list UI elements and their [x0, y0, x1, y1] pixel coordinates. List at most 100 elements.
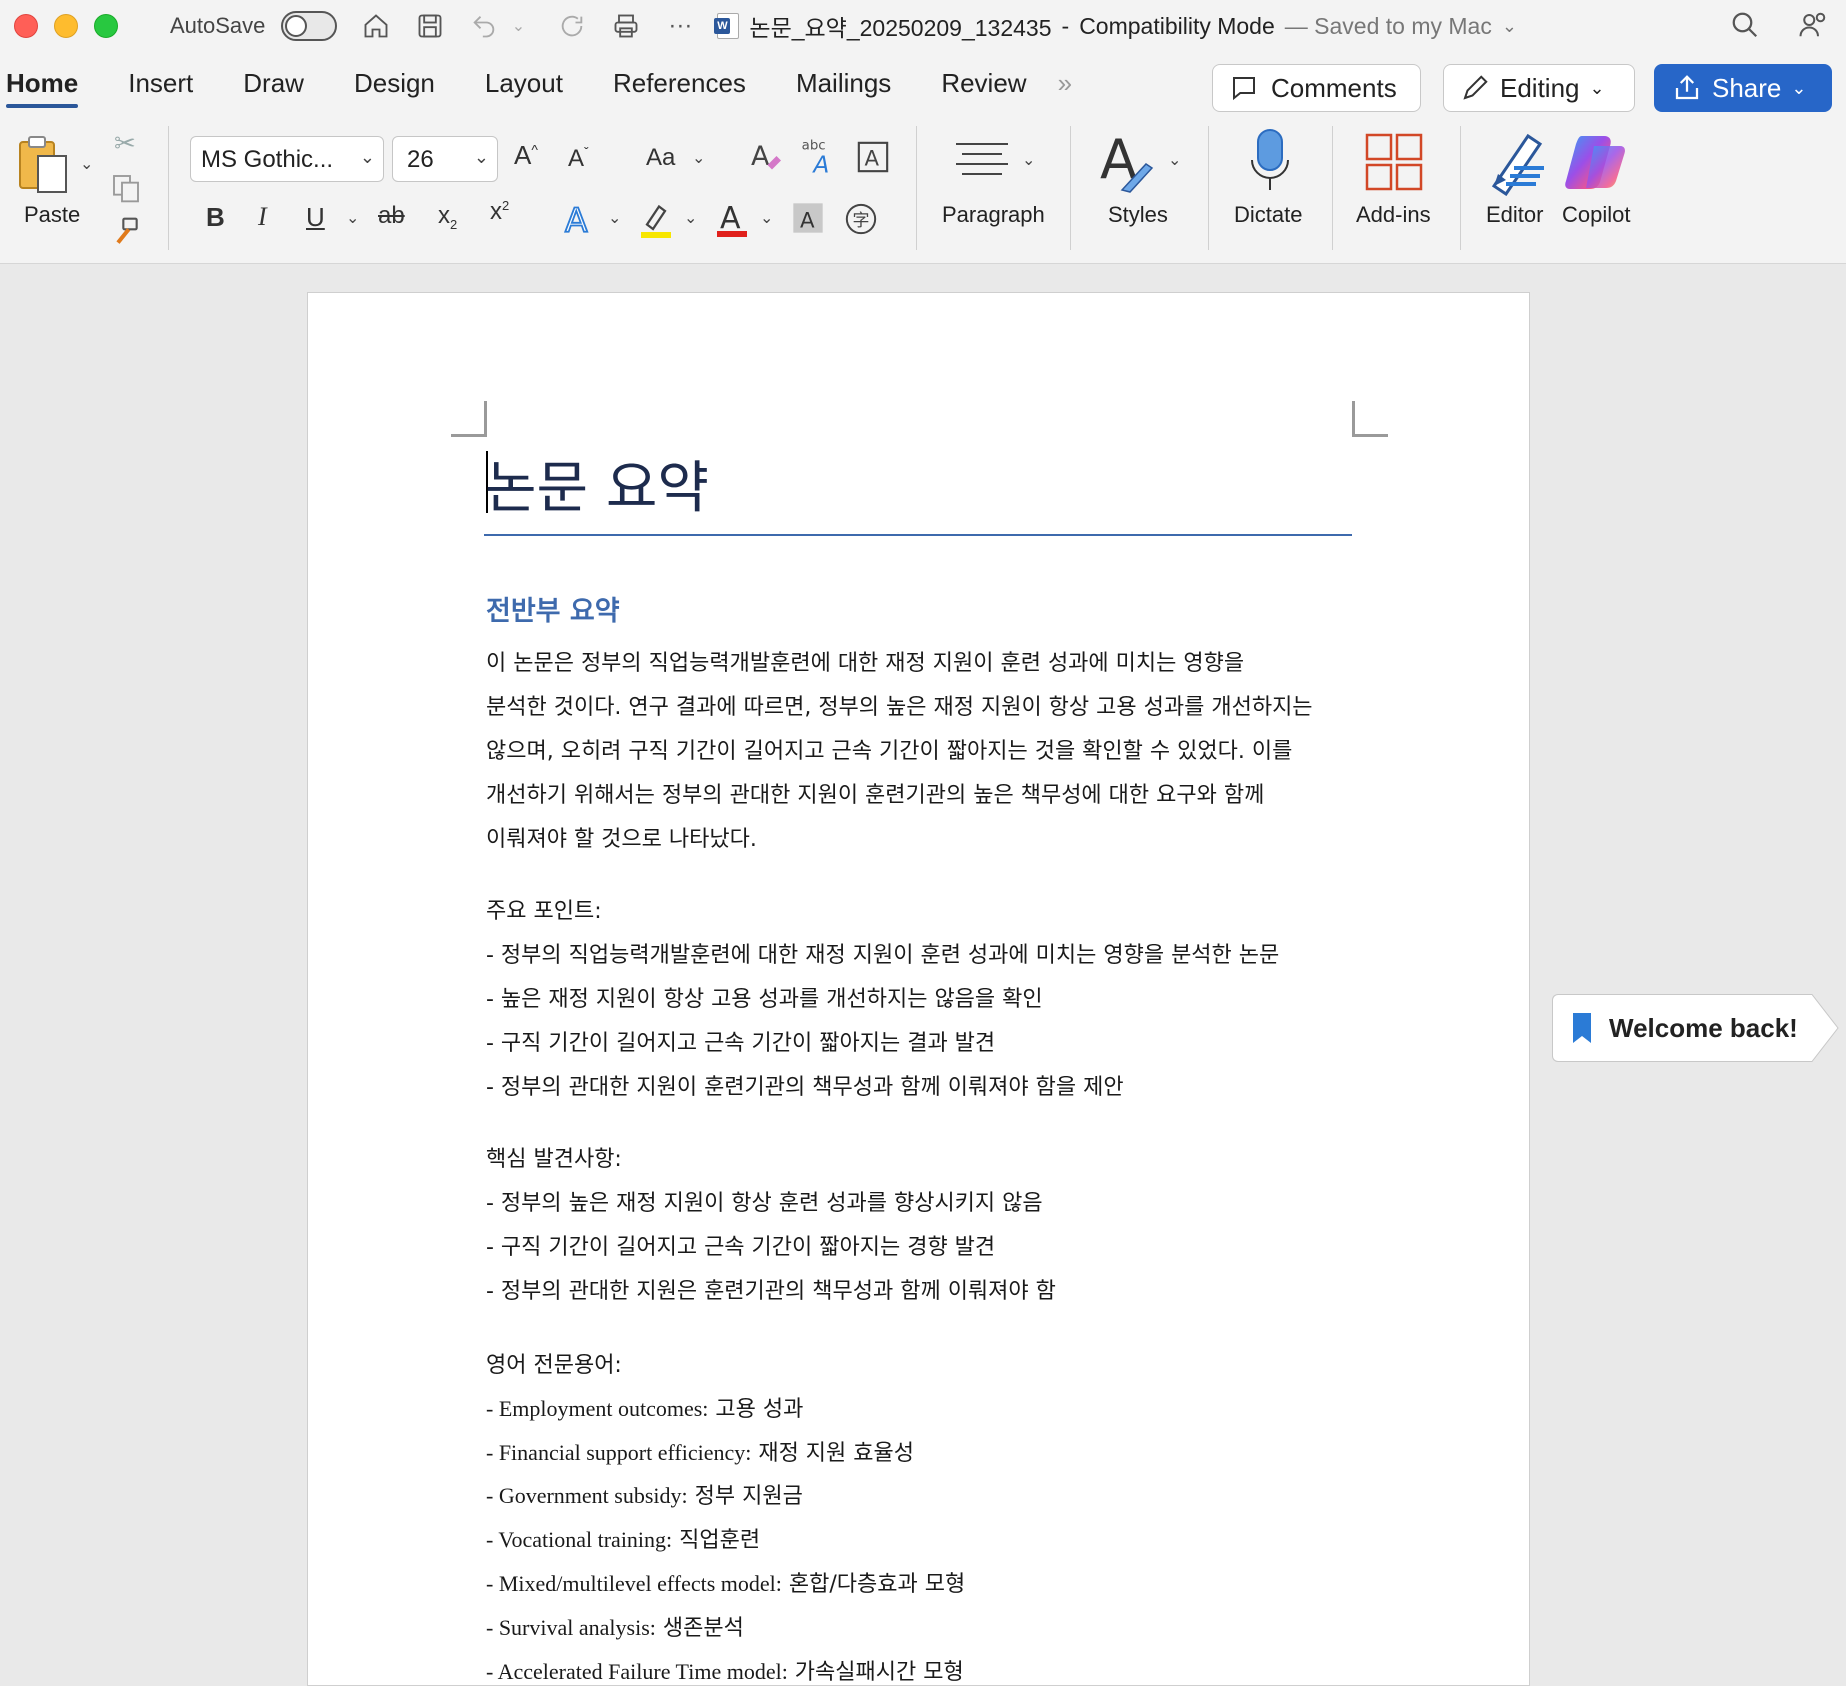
- comments-button[interactable]: Comments: [1212, 64, 1421, 112]
- summary-line[interactable]: 이 논문은 정부의 직업능력개발훈련에 대한 재정 지원이 훈련 성과에 미치는…: [486, 645, 1244, 677]
- finding-item[interactable]: - 정부의 관대한 지원은 훈련기관의 책무성과 함께 이뤄져야 함: [486, 1273, 1056, 1305]
- document-title-heading[interactable]: 논문 요약: [485, 443, 709, 524]
- section-heading[interactable]: 전반부 요약: [486, 589, 620, 628]
- font-name-select[interactable]: MS Gothic... ⌄: [190, 136, 384, 182]
- font-size-select[interactable]: 26 ⌄: [392, 136, 498, 182]
- paste-options-chevron-icon[interactable]: ⌄: [80, 154, 93, 174]
- key-point-item[interactable]: - 구직 기간이 길어지고 근속 기간이 짧아지는 결과 발견: [486, 1025, 995, 1057]
- term-item[interactable]: - Vocational training: 직업훈련: [486, 1522, 760, 1554]
- text-effects-abc-icon[interactable]: abc A: [800, 136, 840, 181]
- svg-text:A: A: [565, 201, 588, 239]
- term-english: - Vocational training:: [486, 1527, 673, 1552]
- format-painter-icon[interactable]: [110, 216, 142, 253]
- tab-review[interactable]: Review: [916, 52, 1051, 114]
- term-korean: 재정 지원 효율성: [751, 1441, 915, 1466]
- paragraph-icon[interactable]: [952, 138, 1012, 187]
- subscript-button[interactable]: x2: [438, 202, 457, 232]
- strikethrough-button[interactable]: ab: [378, 202, 405, 230]
- microphone-icon[interactable]: [1246, 128, 1294, 201]
- summary-line[interactable]: 이뤄져야 할 것으로 나타났다.: [486, 821, 757, 853]
- tab-draw[interactable]: Draw: [218, 52, 329, 114]
- term-item[interactable]: - Employment outcomes: 고용 성과: [486, 1391, 803, 1423]
- term-english: - Government subsidy:: [486, 1483, 688, 1508]
- undo-dropdown-icon[interactable]: ⌄: [503, 11, 533, 41]
- text-effects-chevron-icon[interactable]: ⌄: [608, 208, 621, 228]
- bold-button[interactable]: B: [206, 202, 225, 233]
- styles-chevron-icon[interactable]: ⌄: [1168, 150, 1181, 170]
- underline-button[interactable]: U: [306, 202, 325, 233]
- grow-font-glyph: A: [514, 140, 532, 170]
- welcome-back-popup[interactable]: Welcome back!: [1552, 994, 1806, 1062]
- account-icon[interactable]: [1798, 10, 1828, 45]
- share-button[interactable]: Share ⌄: [1654, 64, 1832, 112]
- redo-icon[interactable]: [557, 11, 587, 41]
- cut-icon[interactable]: ✂: [114, 128, 136, 159]
- term-item[interactable]: - Survival analysis: 생존분석: [486, 1610, 744, 1642]
- tab-references[interactable]: References: [588, 52, 771, 114]
- key-points-title[interactable]: 주요 포인트:: [486, 893, 602, 925]
- character-shading-icon[interactable]: A: [792, 202, 824, 239]
- term-item[interactable]: - Government subsidy: 정부 지원금: [486, 1478, 803, 1510]
- shrink-font-button[interactable]: Aˇ: [568, 144, 589, 173]
- undo-icon[interactable]: [469, 11, 499, 41]
- more-commands-icon[interactable]: ···: [665, 11, 695, 41]
- term-item[interactable]: - Mixed/multilevel effects model: 혼합/다층효…: [486, 1566, 965, 1598]
- copy-icon[interactable]: [110, 172, 142, 209]
- add-ins-icon[interactable]: [1364, 132, 1424, 197]
- font-color-icon[interactable]: A: [714, 198, 750, 245]
- tab-insert[interactable]: Insert: [103, 52, 218, 114]
- editor-icon[interactable]: [1484, 128, 1550, 201]
- highlight-chevron-icon[interactable]: ⌄: [684, 208, 697, 228]
- dictate-label: Dictate: [1234, 202, 1303, 227]
- term-item[interactable]: - Financial support efficiency: 재정 지원 효율…: [486, 1435, 914, 1467]
- summary-line[interactable]: 개선하기 위해서는 정부의 관대한 지원이 훈련기관의 높은 책무성에 대한 요…: [486, 777, 1264, 809]
- term-korean: 직업훈련: [672, 1528, 761, 1553]
- findings-title[interactable]: 핵심 발견사항:: [486, 1141, 622, 1173]
- clear-formatting-icon[interactable]: A: [748, 138, 784, 179]
- italic-button[interactable]: I: [258, 202, 267, 232]
- paste-button[interactable]: [16, 134, 72, 201]
- home-icon[interactable]: [361, 11, 391, 41]
- key-point-item[interactable]: - 정부의 관대한 지원이 훈련기관의 책무성과 함께 이뤄져야 함을 제안: [486, 1069, 1124, 1101]
- close-window-button[interactable]: [14, 14, 38, 38]
- term-item[interactable]: - Accelerated Failure Time model: 가속실패시간…: [486, 1654, 964, 1686]
- print-icon[interactable]: [611, 11, 641, 41]
- zoom-window-button[interactable]: [94, 14, 118, 38]
- doc-name: 논문_요약_20250209_132435: [749, 15, 1052, 41]
- finding-item[interactable]: - 정부의 높은 재정 지원이 항상 훈련 성과를 향상시키지 않음: [486, 1185, 1043, 1217]
- key-point-item[interactable]: - 정부의 직업능력개발훈련에 대한 재정 지원이 훈련 성과에 미치는 영향을…: [486, 937, 1279, 969]
- highlight-icon[interactable]: [638, 200, 674, 245]
- tab-layout[interactable]: Layout: [460, 52, 588, 114]
- paragraph-chevron-icon[interactable]: ⌄: [1022, 150, 1035, 170]
- search-icon[interactable]: [1730, 10, 1760, 45]
- text-effects-icon[interactable]: A: [562, 198, 598, 243]
- autosave-toggle[interactable]: [281, 11, 338, 41]
- document-page[interactable]: 논문 요약 전반부 요약 이 논문은 정부의 직업능력개발훈련에 대한 재정 지…: [307, 292, 1530, 1686]
- grow-font-button[interactable]: A^: [514, 140, 538, 171]
- editing-mode-button[interactable]: Editing ⌄: [1443, 64, 1635, 112]
- tab-home[interactable]: Home: [0, 52, 103, 114]
- editor-label: Editor: [1486, 202, 1544, 227]
- summary-line[interactable]: 분석한 것이다. 연구 결과에 따르면, 정부의 높은 재정 지원이 항상 고용…: [486, 689, 1313, 721]
- minimize-window-button[interactable]: [54, 14, 78, 38]
- tab-design[interactable]: Design: [329, 52, 460, 114]
- character-border-icon[interactable]: A: [856, 140, 890, 179]
- save-icon[interactable]: [415, 11, 445, 41]
- enclose-characters-icon[interactable]: 字: [844, 202, 878, 241]
- font-color-chevron-icon[interactable]: ⌄: [760, 208, 773, 228]
- font-size-value: 26: [407, 146, 434, 173]
- terms-title[interactable]: 영어 전문용어:: [486, 1347, 622, 1379]
- more-tabs-icon[interactable]: »: [1058, 68, 1072, 99]
- change-case-chevron-icon[interactable]: ⌄: [692, 148, 705, 168]
- underline-chevron-icon[interactable]: ⌄: [346, 208, 359, 228]
- document-title[interactable]: 논문_요약_20250209_132435 - Compatibility Mo…: [714, 9, 1517, 43]
- key-point-item[interactable]: - 높은 재정 지원이 항상 고용 성과를 개선하지는 않음을 확인: [486, 981, 1043, 1013]
- styles-icon[interactable]: A: [1100, 128, 1160, 201]
- copilot-icon[interactable]: [1564, 132, 1628, 197]
- change-case-button[interactable]: Aa: [646, 144, 675, 172]
- summary-line[interactable]: 않으며, 오히려 구직 기간이 길어지고 근속 기간이 짧아지는 것을 확인할 …: [486, 733, 1292, 765]
- tab-mailings[interactable]: Mailings: [771, 52, 916, 114]
- finding-item[interactable]: - 구직 기간이 길어지고 근속 기간이 짧아지는 경향 발견: [486, 1229, 995, 1261]
- superscript-button[interactable]: x2: [490, 198, 509, 226]
- addins-label: Add-ins: [1356, 202, 1431, 227]
